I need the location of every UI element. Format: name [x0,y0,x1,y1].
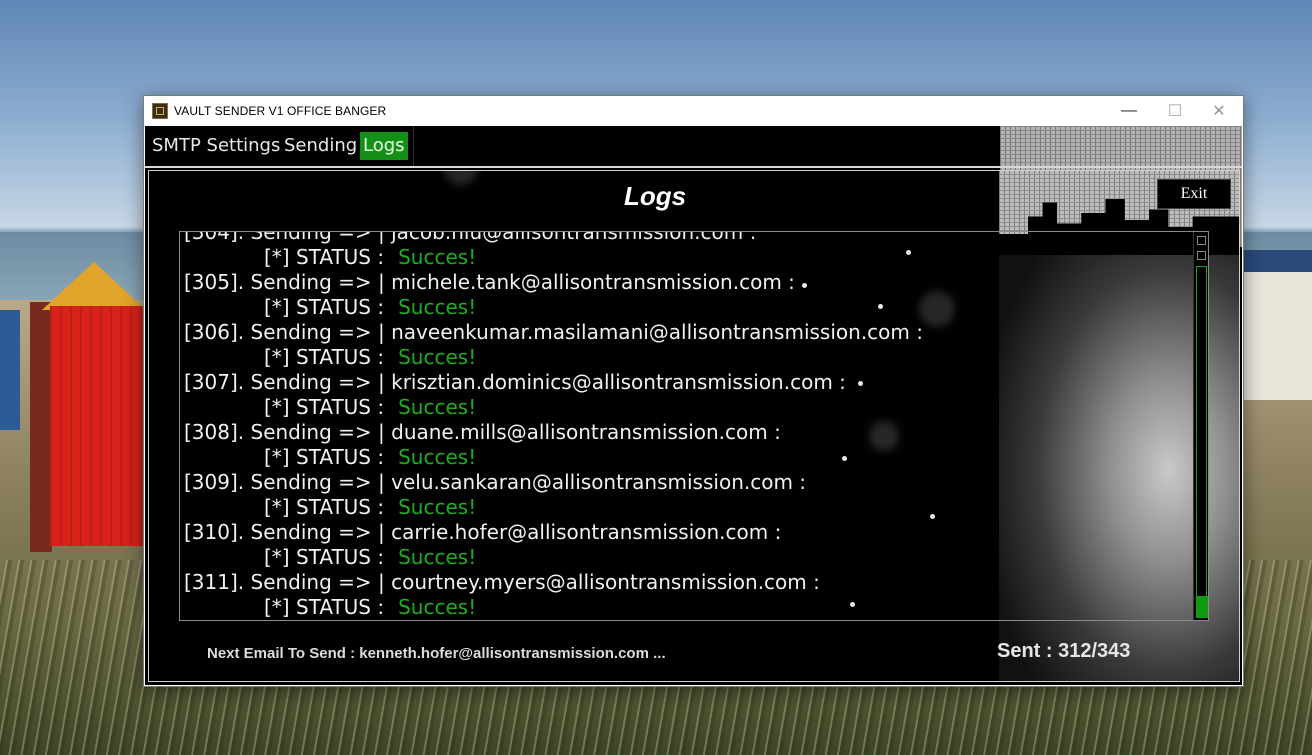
status-label: [*] STATUS : [264,345,385,369]
status-value: Succes! [398,245,477,269]
log-status-line: [*] STATUS : Succes! [184,445,1184,470]
status-label: [*] STATUS : [264,595,385,619]
log-send-line: [309]. Sending => | velu.sankaran@alliso… [184,470,807,494]
log-output[interactable]: [304]. Sending => | jacob.niu@allisontra… [179,231,1209,621]
status-label: [*] STATUS : [264,445,385,469]
scroll-thumb[interactable] [1196,596,1208,618]
title-bar[interactable]: VAULT SENDER V1 OFFICE BANGER — ☐ ✕ [144,96,1243,126]
status-label: [*] STATUS : [264,395,385,419]
status-value: Succes! [398,495,477,519]
logs-heading: Logs [623,181,687,211]
status-value: Succes! [398,445,477,469]
log-scrollbar[interactable] [1193,232,1208,620]
client-area: SMTP Settings Sending Logs Logs Exit [30… [145,126,1242,685]
tab-smtp-settings[interactable]: SMTP Settings [149,132,283,160]
wallpaper-beach-hut [30,262,146,562]
log-send-line: [310]. Sending => | carrie.hofer@allison… [184,520,782,544]
status-label: [*] STATUS : [264,245,385,269]
log-status-line: [*] STATUS : Succes! [184,345,1184,370]
tab-divider [145,166,1242,168]
log-send-line: [305]. Sending => | michele.tank@allison… [184,270,795,294]
tab-strip: SMTP Settings Sending Logs [145,126,414,166]
status-value: Succes! [398,595,477,619]
scroll-track[interactable] [1196,266,1207,618]
app-icon [152,103,168,119]
status-value: Succes! [398,345,477,369]
sent-counter: Sent : 312/343 [997,640,1131,662]
log-status-line: [*] STATUS : Succes! [184,595,1184,620]
status-label: [*] STATUS : [264,495,385,519]
log-send-line: [306]. Sending => | naveenkumar.masilama… [184,320,923,344]
wallpaper-white-hut [1240,250,1312,400]
scroll-down-button[interactable] [1197,251,1206,260]
status-value: Succes! [398,295,477,319]
tab-sending[interactable]: Sending [281,132,360,160]
log-send-line: [311]. Sending => | courtney.myers@allis… [184,570,820,594]
wallpaper-blue-hut [0,310,20,430]
log-send-line: [307]. Sending => | krisztian.dominics@a… [184,370,846,394]
log-line-partial: [304]. Sending => | jacob.niu@allisontra… [184,231,757,244]
minimize-button[interactable]: — [1106,96,1152,126]
log-send-line: [308]. Sending => | duane.mills@allisont… [184,420,781,444]
close-button[interactable]: ✕ [1196,96,1242,126]
status-label: [*] STATUS : [264,295,385,319]
log-status-line: [*] STATUS : Succes! [184,395,1184,420]
log-status-line: [*] STATUS : Succes! [184,295,1184,320]
log-status-line: [*] STATUS : Succes! [184,495,1184,520]
scroll-up-button[interactable] [1197,236,1206,245]
status-label: [*] STATUS : [264,545,385,569]
maximize-button[interactable]: ☐ [1152,96,1198,126]
log-content: [304]. Sending => | jacob.niu@allisontra… [184,231,1184,620]
status-value: Succes! [398,545,477,569]
app-window: VAULT SENDER V1 OFFICE BANGER — ☐ ✕ SMTP… [143,95,1244,687]
logs-panel: Logs Exit [304]. Sending => | jacob.niu@… [148,170,1240,682]
status-value: Succes! [398,395,477,419]
log-status-line: [*] STATUS : Succes! [184,245,1184,270]
exit-button[interactable]: Exit [1157,179,1231,209]
tab-logs[interactable]: Logs [360,132,408,160]
window-title: VAULT SENDER V1 OFFICE BANGER [174,104,387,118]
next-email-label: Next Email To Send : kenneth.hofer@allis… [207,645,666,662]
log-status-line: [*] STATUS : Succes! [184,545,1184,570]
